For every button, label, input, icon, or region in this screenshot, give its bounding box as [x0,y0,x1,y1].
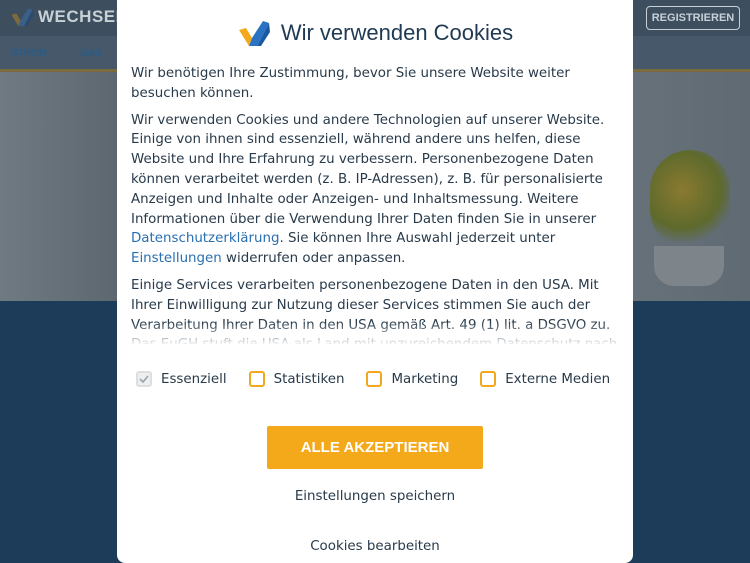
checkbox-essenziell: Essenziell [136,371,227,387]
checkbox-label-essenziell: Essenziell [161,371,227,387]
accept-all-button[interactable]: ALLE AKZEPTIEREN [267,426,483,469]
checkbox-box-essenziell [136,371,152,387]
checkbox-box-statistiken[interactable] [248,371,265,387]
details-text-mid: . Sie können Ihre Auswahl jederzeit unte… [279,231,556,247]
checkmark-icon [139,375,149,383]
consent-checkbox-group: Essenziell Statistiken Marketing Externe… [136,368,632,390]
checkbox-label-externe-medien[interactable]: Externe Medien [505,372,610,387]
consent-intro: Wir benötigen Ihre Zustimmung, bevor Sie… [131,66,570,101]
dialog-header: Wir verwenden Cookies [117,16,633,50]
hero-window-light [0,72,118,301]
nav-item-strom[interactable]: STROM [11,48,47,59]
logo-check-icon [11,8,34,27]
cookie-consent-dialog: Wir verwenden Cookies Wir benötigen Ihre… [117,0,633,563]
checkbox-box-externe-medien[interactable] [480,371,497,387]
consent-text: Wir benötigen Ihre Zustimmung, bevor Sie… [131,64,621,344]
register-button[interactable]: REGISTRIEREN [646,6,740,30]
site-logo[interactable]: WECHSEL [10,6,127,28]
save-settings-button[interactable]: Einstellungen speichern [117,489,633,504]
checkbox-externe-medien[interactable]: Externe Medien [480,371,610,387]
edit-cookies-button[interactable]: Cookies bearbeiten [117,539,633,554]
nav-item-gas[interactable]: GAS [80,48,102,59]
details-text: Wir verwenden Cookies und andere Technol… [131,112,605,227]
checkbox-label-statistiken[interactable]: Statistiken [274,372,345,387]
checkbox-label-marketing[interactable]: Marketing [391,372,458,387]
checkbox-box-marketing[interactable] [366,371,383,387]
consent-paragraph-details: Wir verwenden Cookies und andere Technol… [131,111,621,269]
settings-link[interactable]: Einstellungen [131,251,222,266]
text-fade-overlay [131,322,621,346]
checkbox-marketing[interactable]: Marketing [366,371,458,387]
dialog-title: Wir verwenden Cookies [280,20,514,45]
privacy-policy-link[interactable]: Datenschutzerklärung [131,231,280,246]
details-text-end: widerrufen oder anpassen. [221,251,406,267]
hero-pot [654,246,724,286]
brand-check-icon [238,21,270,46]
site-logo-text: WECHSEL [38,7,127,26]
hero-plant [650,150,730,250]
checkbox-statistiken[interactable]: Statistiken [248,371,345,387]
